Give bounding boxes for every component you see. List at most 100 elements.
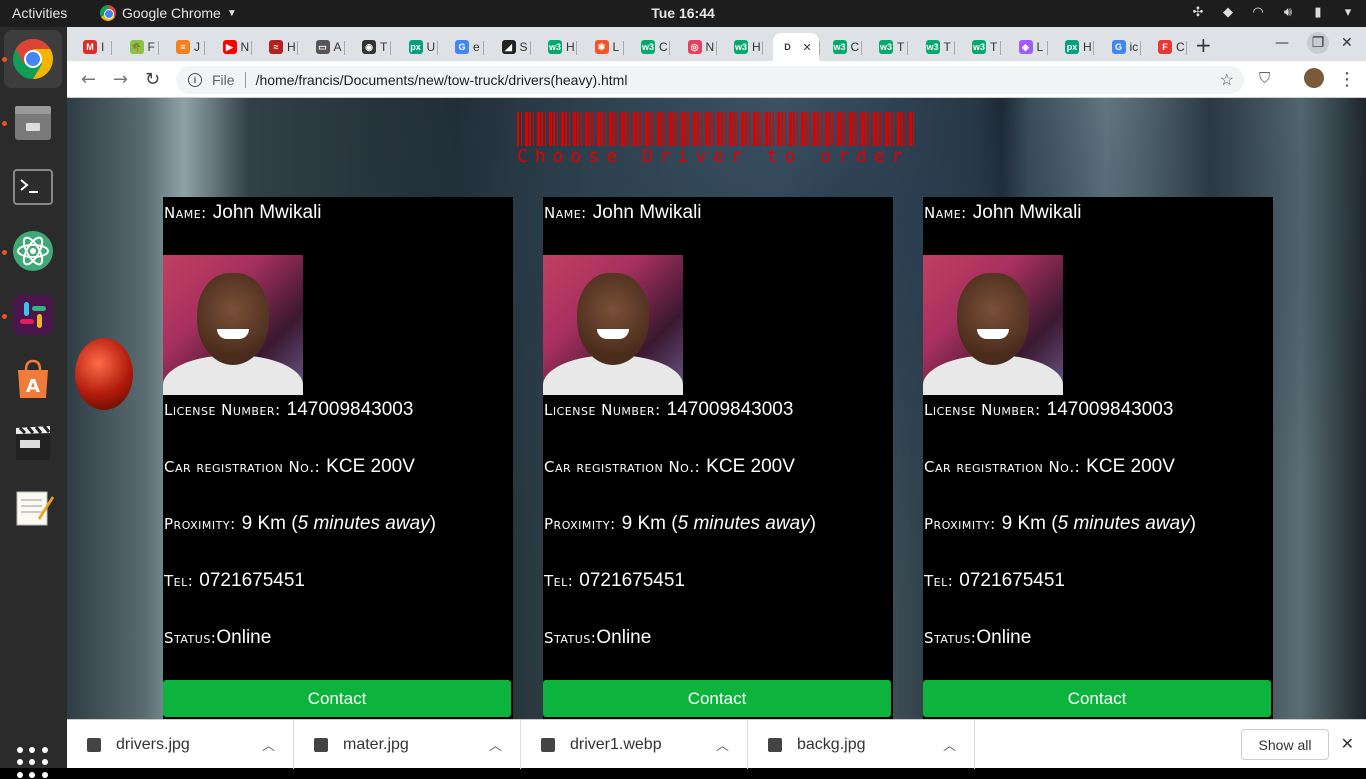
driver-photo: [543, 255, 683, 395]
chrome-launcher[interactable]: [4, 30, 62, 88]
tab[interactable]: ◉ T: [354, 33, 390, 61]
restore-button[interactable]: ❐: [1307, 32, 1329, 54]
app-menu[interactable]: Google Chrome ▼: [100, 5, 237, 21]
close-tab-icon[interactable]: ✕: [803, 41, 812, 54]
terminal-launcher[interactable]: [10, 164, 56, 210]
battery-icon[interactable]: ▮: [1310, 4, 1326, 20]
tab-label: N: [705, 40, 715, 54]
slack-tray-icon[interactable]: ✣: [1190, 4, 1206, 20]
chevron-up-icon[interactable]: ︿: [943, 735, 956, 754]
file-icon: [768, 737, 782, 752]
show-all-button[interactable]: Show all: [1241, 729, 1329, 760]
tab[interactable]: ◎ N: [680, 33, 716, 61]
download-item[interactable]: mater.jpg ︿: [294, 720, 521, 769]
tab[interactable]: ≡ J: [168, 33, 204, 61]
tab[interactable]: w3 H: [726, 33, 762, 61]
tab[interactable]: ◢ S: [494, 33, 530, 61]
tab-label: C: [659, 40, 668, 54]
favicon-icon: ◆: [1018, 40, 1033, 54]
close-downloads-icon[interactable]: ✕: [1341, 734, 1354, 753]
download-item[interactable]: drivers.jpg ︿: [67, 720, 294, 769]
contact-button[interactable]: Contact: [163, 680, 511, 717]
tab[interactable]: px U: [401, 33, 437, 61]
chevron-up-icon[interactable]: ︿: [262, 735, 275, 754]
tab-label: H: [566, 40, 575, 54]
wifi-icon[interactable]: ◠: [1250, 4, 1266, 20]
minimize-button[interactable]: —: [1275, 35, 1289, 51]
page-viewport: Choose Driver to order Name: John Mwikali…: [67, 98, 1366, 719]
tab-separator: [669, 41, 670, 55]
license-number: 147009843003: [286, 399, 414, 420]
favicon-icon: 🌴: [129, 40, 144, 54]
reload-button[interactable]: ↻: [145, 69, 160, 90]
atom-launcher[interactable]: [10, 228, 56, 274]
tab[interactable]: w3 C: [633, 33, 669, 61]
url-text[interactable]: /home/francis/Documents/new/tow-truck/dr…: [256, 72, 628, 88]
download-item[interactable]: driver1.webp ︿: [521, 720, 748, 769]
tab[interactable]: w3 T: [964, 33, 1000, 61]
tab[interactable]: ◆ L: [1011, 33, 1047, 61]
downloads-bar: drivers.jpg ︿ mater.jpg ︿ driver1.webp ︿ backg…: [67, 719, 1366, 769]
text-editor-launcher[interactable]: [10, 484, 56, 530]
tab[interactable]: ≈ H: [261, 33, 297, 61]
activities-button[interactable]: Activities: [12, 5, 67, 21]
download-item[interactable]: backg.jpg ︿: [748, 720, 975, 769]
info-icon[interactable]: i: [188, 73, 202, 87]
tab[interactable]: w3 H: [540, 33, 576, 61]
status-label: Status:: [164, 629, 217, 647]
new-tab-button[interactable]: +: [1195, 33, 1212, 57]
shield-icon[interactable]: ⛉: [1259, 69, 1270, 87]
running-indicator: [2, 121, 7, 126]
tab[interactable]: ✱ L: [587, 33, 623, 61]
contact-button[interactable]: Contact: [543, 680, 891, 717]
app-menu-label: Google Chrome: [122, 5, 221, 21]
favicon-icon: M: [83, 40, 97, 54]
software-center-launcher[interactable]: A: [10, 356, 56, 402]
tab[interactable]: px H: [1057, 33, 1093, 61]
address-bar[interactable]: i File /home/francis/Documents/new/tow-t…: [176, 66, 1244, 94]
tab[interactable]: w3 T: [871, 33, 907, 61]
tab[interactable]: MI: [75, 33, 111, 61]
status-value: Online: [596, 627, 652, 648]
tab-active[interactable]: D ✕: [772, 33, 819, 61]
tab[interactable]: ▶ N: [215, 33, 251, 61]
slack-launcher[interactable]: [10, 292, 56, 338]
file-icon: [314, 737, 328, 752]
tab[interactable]: Gic: [1104, 33, 1140, 61]
tab-label: T: [990, 40, 998, 54]
contact-button[interactable]: Contact: [923, 680, 1271, 717]
forward-button[interactable]: →: [113, 69, 128, 90]
name-label: Name:: [164, 204, 207, 222]
power-menu-icon[interactable]: ▾: [1340, 4, 1356, 20]
driver-name: John Mwikali: [212, 202, 322, 223]
favicon-icon: ◉: [362, 40, 376, 54]
tab[interactable]: w3 T: [918, 33, 954, 61]
show-apps-icon[interactable]: [17, 747, 49, 779]
bookmark-star-icon[interactable]: ☆: [1220, 70, 1234, 90]
files-launcher[interactable]: [10, 99, 56, 145]
registration-row: Car registration No.: KCE 200V: [544, 456, 795, 478]
video-editor-launcher[interactable]: [10, 420, 56, 466]
close-window-button[interactable]: ✕: [1341, 35, 1353, 51]
registration-label: Car registration No.:: [544, 458, 701, 476]
chevron-up-icon[interactable]: ︿: [716, 735, 729, 754]
avatar[interactable]: [1304, 68, 1324, 88]
tab[interactable]: 🌴 F: [122, 33, 158, 61]
tab[interactable]: FC: [1150, 33, 1186, 61]
tab-separator: [297, 41, 298, 55]
tab[interactable]: Ge: [447, 33, 483, 61]
menu-kebab-icon[interactable]: ⋮: [1338, 69, 1356, 90]
favicon-icon: ▭: [315, 40, 330, 54]
tel-row: Tel: 0721675451: [544, 570, 685, 592]
volume-icon[interactable]: 🔊︎: [1280, 4, 1296, 20]
tab[interactable]: ▭ A: [308, 33, 344, 61]
tab-separator: [204, 41, 205, 55]
system-tray[interactable]: ✣ ◆ ◠ 🔊︎ ▮ ▾: [1190, 4, 1356, 20]
back-button[interactable]: ←: [81, 69, 96, 90]
chrome-icon: [100, 5, 116, 21]
dropbox-icon[interactable]: ◆: [1220, 4, 1236, 20]
chevron-up-icon[interactable]: ︿: [489, 735, 502, 754]
tab-label: S: [519, 40, 528, 54]
tab[interactable]: w3 C: [825, 33, 861, 61]
registration-label: Car registration No.:: [164, 458, 321, 476]
